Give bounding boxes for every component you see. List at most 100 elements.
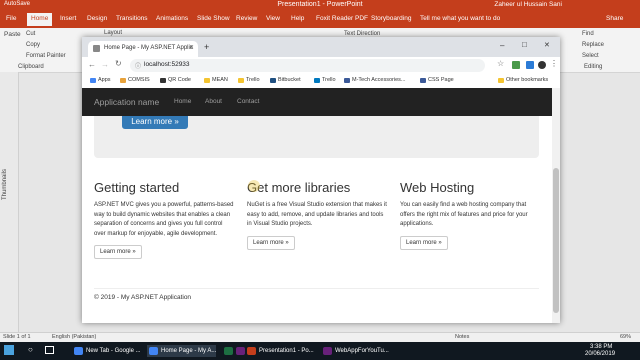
bookmark-trello-2[interactable]: Trello bbox=[314, 77, 336, 83]
thumbnails-label: Thumbnails bbox=[2, 168, 8, 200]
column-web-hosting: Web Hosting You can easily find a web ho… bbox=[400, 180, 540, 250]
url-text[interactable]: localhost:52933 bbox=[144, 61, 190, 68]
jumbotron-learn-more-button[interactable]: Learn more » bbox=[122, 116, 188, 129]
column-text: ASP.NET MVC gives you a powerful, patter… bbox=[94, 202, 234, 237]
tab-view[interactable]: View bbox=[266, 15, 280, 22]
reload-icon[interactable]: ↻ bbox=[115, 59, 122, 68]
bookmark-icon bbox=[120, 78, 126, 83]
vertical-scrollbar[interactable] bbox=[552, 88, 560, 323]
column-title: Get more libraries bbox=[247, 180, 351, 195]
folder-icon bbox=[498, 78, 504, 83]
column-title: Getting started bbox=[94, 180, 180, 195]
page-viewport: Application name Home About Contact Lear… bbox=[82, 88, 552, 323]
thumbnails-pane[interactable]: Thumbnails bbox=[0, 72, 19, 332]
bookmark-mean[interactable]: MEAN bbox=[204, 77, 228, 83]
share-button[interactable]: Share bbox=[606, 15, 623, 22]
format-painter-button[interactable]: Format Painter bbox=[26, 53, 66, 59]
tab-transitions[interactable]: Transitions bbox=[116, 15, 148, 22]
editing-group-label: Editing bbox=[584, 64, 603, 70]
replace-button[interactable]: Replace bbox=[582, 42, 604, 48]
facebook-icon bbox=[420, 78, 426, 83]
bookmark-qr-code[interactable]: QR Code bbox=[160, 77, 191, 83]
column-text: NuGet is a free Visual Studio extension … bbox=[247, 202, 387, 227]
tab-animations[interactable]: Animations bbox=[156, 15, 188, 22]
cut-button[interactable]: Cut bbox=[26, 31, 35, 37]
start-icon[interactable] bbox=[4, 345, 14, 355]
menu-icon[interactable]: ⋮ bbox=[550, 59, 558, 68]
layout-button[interactable]: Layout bbox=[104, 30, 122, 36]
brand-link[interactable]: Application name bbox=[94, 97, 159, 107]
learn-more-button[interactable]: Learn more » bbox=[94, 245, 142, 259]
tab-review[interactable]: Review bbox=[236, 15, 257, 22]
facebook-icon bbox=[344, 78, 350, 83]
tell-me-search[interactable]: Tell me what you want to do bbox=[420, 15, 500, 22]
chrome-icon bbox=[149, 347, 158, 355]
browser-tab[interactable]: Home Page - My ASP.NET Applic ✕ bbox=[88, 41, 198, 57]
maximize-button[interactable]: □ bbox=[522, 40, 527, 49]
tab-home[interactable]: Home bbox=[27, 13, 53, 26]
taskbar-chrome-home-page[interactable]: Home Page - My A... bbox=[147, 345, 217, 357]
nav-contact[interactable]: Contact bbox=[237, 98, 259, 105]
close-window-button[interactable]: ✕ bbox=[544, 41, 550, 49]
tab-insert[interactable]: Insert bbox=[60, 15, 76, 22]
zoom-level[interactable]: 69% bbox=[620, 334, 631, 340]
bookmark-bitbucket[interactable]: Bitbucket bbox=[270, 77, 301, 83]
taskbar-powerpoint[interactable]: Presentation1 - Po... bbox=[245, 345, 314, 357]
bookmark-star-icon[interactable]: ☆ bbox=[497, 59, 504, 68]
back-icon[interactable]: ← bbox=[88, 60, 96, 69]
visual-studio-icon bbox=[323, 347, 332, 355]
taskbar-chrome-new-tab[interactable]: New Tab - Google ... bbox=[72, 345, 141, 357]
profile-avatar-icon[interactable] bbox=[538, 61, 546, 69]
tab-slide-show[interactable]: Slide Show bbox=[197, 15, 230, 22]
bookmark-comsis[interactable]: COMSIS bbox=[120, 77, 150, 83]
learn-more-button[interactable]: Learn more » bbox=[247, 235, 295, 250]
column-title: Web Hosting bbox=[400, 180, 475, 195]
apps-icon bbox=[90, 78, 96, 83]
chrome-window: Home Page - My ASP.NET Applic ✕ + – □ ✕ … bbox=[82, 37, 560, 323]
bookmark-css-page[interactable]: CSS Page bbox=[420, 77, 454, 83]
extension-icon[interactable] bbox=[526, 61, 534, 69]
tab-file[interactable]: File bbox=[6, 15, 16, 22]
tab-design[interactable]: Design bbox=[87, 15, 107, 22]
bookmark-icon bbox=[160, 78, 166, 83]
user-name[interactable]: Zaheer ul Hussain Sani bbox=[494, 1, 562, 8]
bookmark-m-tech[interactable]: M-Tech Accessories... bbox=[344, 77, 406, 83]
folder-icon bbox=[204, 78, 210, 83]
chrome-icon bbox=[74, 347, 83, 355]
scrollbar-thumb[interactable] bbox=[553, 168, 559, 313]
task-view-icon[interactable] bbox=[45, 346, 54, 354]
divider bbox=[94, 288, 539, 289]
excel-icon bbox=[224, 347, 233, 355]
address-bar[interactable]: ⓘ localhost:52933 bbox=[130, 59, 485, 72]
tab-help[interactable]: Help bbox=[291, 15, 304, 22]
find-button[interactable]: Find bbox=[582, 31, 594, 37]
tab-foxit[interactable]: Foxit Reader PDF bbox=[316, 15, 368, 22]
taskbar-webapp[interactable]: WebAppForYouTu... bbox=[321, 345, 389, 357]
column-text: You can easily find a web hosting compan… bbox=[400, 202, 528, 227]
language-indicator[interactable]: English (Pakistan) bbox=[52, 334, 96, 340]
clock-date[interactable]: 20/06/2019 bbox=[585, 351, 615, 357]
forward-icon[interactable]: → bbox=[101, 60, 109, 69]
bookmark-trello[interactable]: Trello bbox=[238, 77, 260, 83]
search-icon[interactable]: ○ bbox=[28, 345, 33, 354]
new-tab-button[interactable]: + bbox=[204, 42, 209, 52]
clock-time[interactable]: 3:38 PM bbox=[590, 344, 612, 350]
bookmark-apps[interactable]: Apps bbox=[90, 77, 111, 83]
bookmarks-bar: Apps COMSIS QR Code MEAN Trello Bitbucke… bbox=[82, 74, 560, 89]
copy-button[interactable]: Copy bbox=[26, 42, 40, 48]
tab-storyboarding[interactable]: Storyboarding bbox=[371, 15, 411, 22]
select-button[interactable]: Select bbox=[582, 53, 599, 59]
minimize-button[interactable]: – bbox=[500, 41, 504, 50]
close-tab-icon[interactable]: ✕ bbox=[189, 44, 194, 51]
visual-studio-icon bbox=[236, 347, 245, 355]
info-icon[interactable]: ⓘ bbox=[135, 61, 141, 70]
nav-home[interactable]: Home bbox=[174, 98, 191, 105]
learn-more-button[interactable]: Learn more » bbox=[400, 235, 448, 250]
paste-button[interactable]: Paste bbox=[4, 31, 21, 38]
nav-about[interactable]: About bbox=[205, 98, 222, 105]
other-bookmarks[interactable]: Other bookmarks bbox=[498, 77, 548, 83]
extension-icon[interactable] bbox=[512, 61, 520, 69]
taskbar: ○ New Tab - Google ... Home Page - My A.… bbox=[0, 342, 640, 360]
clipboard-group-label: Clipboard bbox=[18, 64, 44, 70]
notes-button[interactable]: Notes bbox=[455, 334, 469, 340]
